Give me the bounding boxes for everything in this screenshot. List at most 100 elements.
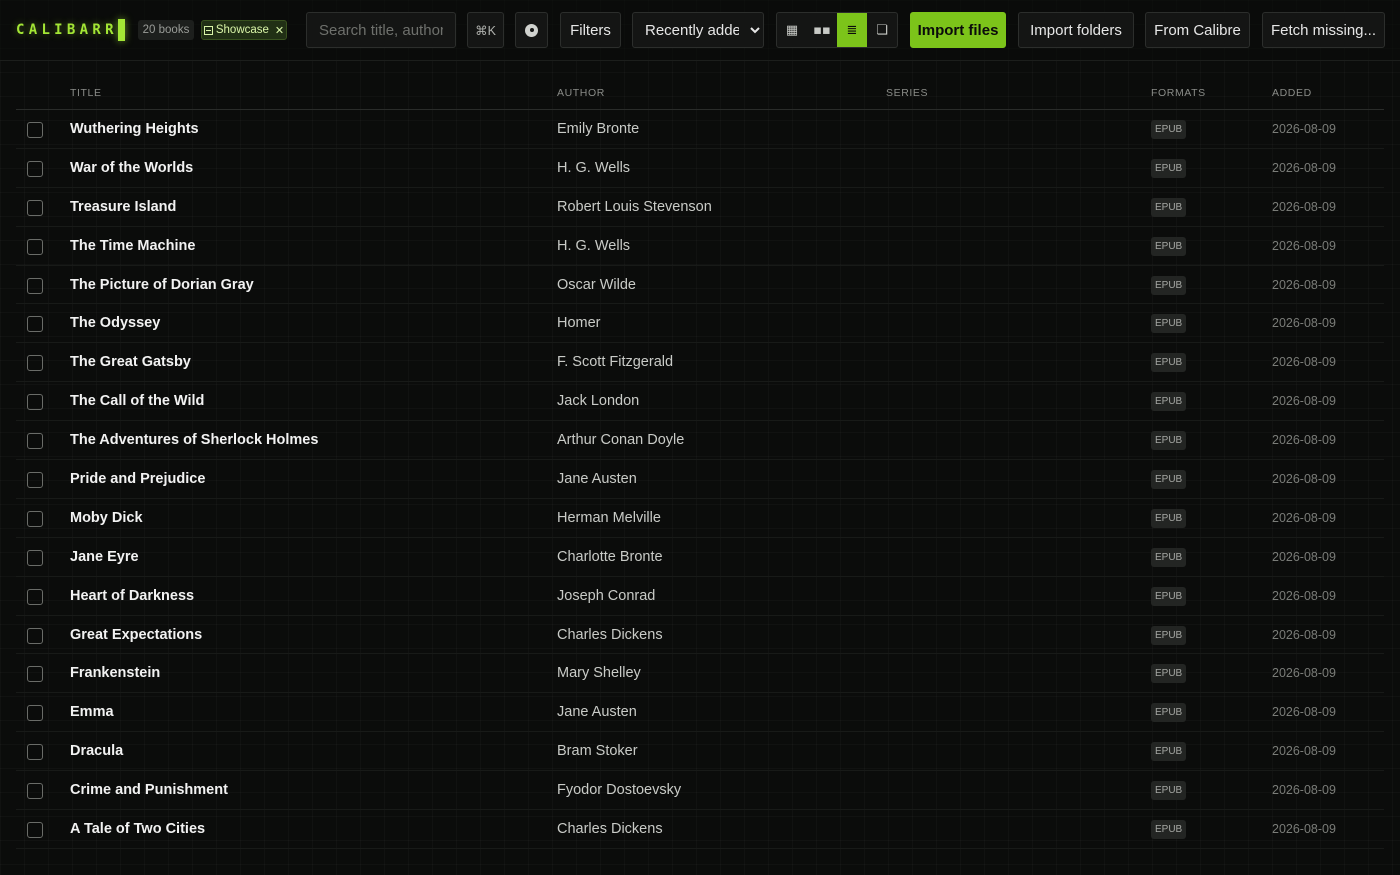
- list-view-button[interactable]: ≣: [837, 13, 867, 47]
- format-badge: EPUB: [1151, 586, 1187, 606]
- grid-view-button[interactable]: ▦: [777, 13, 807, 47]
- close-icon[interactable]: ✕: [275, 24, 284, 37]
- column-header-added[interactable]: ADDED: [1272, 87, 1312, 99]
- column-header-series[interactable]: SERIES: [886, 87, 928, 99]
- book-title[interactable]: The Great Gatsby: [70, 354, 191, 370]
- date-added: 2026-08-09: [1272, 666, 1336, 681]
- book-title[interactable]: The Picture of Dorian Gray: [70, 277, 254, 293]
- app-logo[interactable]: CALIBARR: [16, 18, 125, 42]
- table-row[interactable]: Crime and Punishment Fyodor Dostoevsky EPU…: [16, 771, 1384, 811]
- from-calibre-button[interactable]: From Calibre: [1145, 12, 1250, 48]
- row-checkbox[interactable]: [27, 355, 43, 372]
- row-checkbox[interactable]: [27, 744, 43, 761]
- row-checkbox[interactable]: [27, 510, 43, 527]
- book-title[interactable]: Pride and Prejudice: [70, 471, 205, 487]
- table-row[interactable]: Pride and Prejudice Jane Austen EPUB 2026-0…: [16, 460, 1384, 499]
- table-row[interactable]: A Tale of Two Cities Charles Dickens EPUB 2…: [16, 810, 1384, 849]
- book-author: Charles Dickens: [557, 821, 663, 838]
- table-row[interactable]: The Picture of Dorian Gray Oscar Wilde EPU…: [16, 266, 1384, 305]
- row-checkbox[interactable]: [27, 433, 43, 450]
- fetch-missing-button[interactable]: Fetch missing...: [1262, 12, 1385, 48]
- date-added: 2026-08-09: [1272, 355, 1336, 370]
- table-row[interactable]: Heart of Darkness Joseph Conrad EPUB 2026-0…: [16, 577, 1384, 616]
- book-title[interactable]: Moby Dick: [70, 510, 143, 526]
- search-input[interactable]: [306, 12, 456, 48]
- row-checkbox[interactable]: [27, 238, 43, 255]
- column-header-author[interactable]: AUTHOR: [557, 87, 605, 99]
- book-title[interactable]: Wuthering Heights: [70, 121, 199, 137]
- book-author: Bram Stoker: [557, 743, 638, 760]
- book-title[interactable]: War of the Worlds: [70, 160, 193, 176]
- format-badge: EPUB: [1151, 820, 1187, 840]
- format-badge: EPUB: [1151, 314, 1187, 334]
- book-title[interactable]: The Time Machine: [70, 238, 195, 254]
- table-row[interactable]: The Time Machine H. G. Wells EPUB 2026-08-0…: [16, 227, 1384, 266]
- table-row[interactable]: Dracula Bram Stoker EPUB 2026-08-09: [16, 732, 1384, 772]
- table-row[interactable]: The Call of the Wild Jack London EPUB 2026-…: [16, 382, 1384, 422]
- book-author: Robert Louis Stevenson: [557, 198, 712, 215]
- format-badge: EPUB: [1151, 236, 1187, 256]
- book-title[interactable]: Frankenstein: [70, 665, 160, 681]
- date-added: 2026-08-09: [1272, 394, 1336, 409]
- book-title[interactable]: Dracula: [70, 743, 123, 759]
- logo-cursor: [117, 19, 125, 41]
- row-checkbox[interactable]: [27, 472, 43, 489]
- shelf-icon: [203, 25, 213, 35]
- book-title[interactable]: Great Expectations: [70, 627, 202, 643]
- table-row[interactable]: War of the Worlds H. G. Wells EPUB 2026-08-…: [16, 149, 1384, 188]
- row-checkbox[interactable]: [27, 122, 43, 138]
- table-row[interactable]: Jane Eyre Charlotte Bronte EPUB 2026-08-09: [16, 538, 1384, 577]
- table-row[interactable]: Wuthering Heights Emily Bronte EPUB 2026-08…: [16, 110, 1384, 149]
- row-checkbox[interactable]: [27, 160, 43, 177]
- table-row[interactable]: Treasure Island Robert Louis Stevenson EPU…: [16, 188, 1384, 227]
- row-checkbox[interactable]: [27, 783, 43, 800]
- row-checkbox[interactable]: [27, 705, 43, 722]
- book-author: Fyodor Dostoevsky: [557, 782, 682, 799]
- date-added: 2026-08-09: [1272, 549, 1336, 564]
- format-badge: EPUB: [1151, 625, 1187, 645]
- date-added: 2026-08-09: [1272, 588, 1336, 603]
- date-added: 2026-08-09: [1272, 783, 1336, 798]
- row-checkbox[interactable]: [27, 627, 43, 644]
- row-checkbox[interactable]: [27, 588, 43, 605]
- date-added: 2026-08-09: [1272, 510, 1336, 525]
- table-row[interactable]: Frankenstein Mary Shelley EPUB 2026-08-09: [16, 654, 1384, 694]
- sort-select[interactable]: Recently added: [632, 12, 764, 48]
- row-checkbox[interactable]: [27, 316, 43, 333]
- date-added: 2026-08-09: [1272, 472, 1336, 487]
- row-checkbox[interactable]: [27, 549, 43, 566]
- book-author: Charles Dickens: [557, 626, 663, 643]
- filters-button[interactable]: Filters: [560, 12, 621, 48]
- column-header-formats[interactable]: FORMATS: [1151, 87, 1206, 99]
- book-title[interactable]: Emma: [70, 704, 114, 720]
- import-files-button[interactable]: Import files: [910, 12, 1006, 48]
- table-row[interactable]: Emma Jane Austen EPUB 2026-08-09: [16, 693, 1384, 733]
- row-checkbox[interactable]: [27, 394, 43, 411]
- row-checkbox[interactable]: [27, 666, 43, 683]
- book-title[interactable]: A Tale of Two Cities: [70, 821, 205, 837]
- book-title[interactable]: Jane Eyre: [70, 549, 139, 565]
- table-row[interactable]: The Odyssey Homer EPUB 2026-08-09: [16, 304, 1384, 344]
- book-title[interactable]: Treasure Island: [70, 199, 176, 215]
- book-author: Joseph Conrad: [557, 587, 656, 604]
- detail-view-button[interactable]: ❏: [867, 13, 897, 47]
- row-checkbox[interactable]: [27, 199, 43, 216]
- list-view-icon: ≣: [846, 22, 858, 38]
- import-folders-button[interactable]: Import folders: [1018, 12, 1134, 48]
- book-title[interactable]: The Odyssey: [70, 315, 160, 331]
- book-title[interactable]: The Call of the Wild: [70, 393, 204, 409]
- table-row[interactable]: Great Expectations Charles Dickens EPUB 202…: [16, 616, 1384, 655]
- compact-grid-view-button[interactable]: ▪▪: [807, 13, 837, 47]
- format-badge: EPUB: [1151, 703, 1187, 723]
- table-row[interactable]: Moby Dick Herman Melville EPUB 2026-08-09: [16, 499, 1384, 538]
- book-title[interactable]: Heart of Darkness: [70, 588, 194, 604]
- book-title[interactable]: Crime and Punishment: [70, 782, 228, 798]
- row-checkbox[interactable]: [27, 277, 43, 294]
- command-palette-button[interactable]: ⌘K: [467, 12, 504, 48]
- book-title[interactable]: The Adventures of Sherlock Holmes: [70, 432, 318, 448]
- table-row[interactable]: The Great Gatsby F. Scott Fitzgerald EPUB 2…: [16, 343, 1384, 383]
- row-checkbox[interactable]: [27, 822, 43, 839]
- column-header-title[interactable]: TITLE: [70, 87, 102, 99]
- settings-button[interactable]: [515, 12, 548, 48]
- table-row[interactable]: The Adventures of Sherlock Holmes Arthur …: [16, 421, 1384, 461]
